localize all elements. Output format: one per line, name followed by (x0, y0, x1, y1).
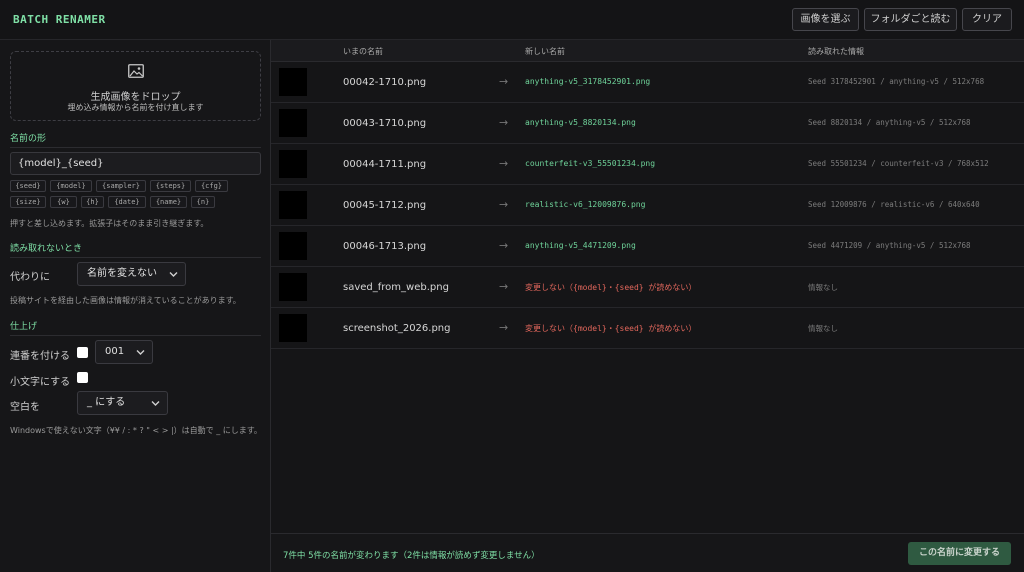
arrow-right-icon: → (499, 198, 509, 211)
lowercase-checkbox[interactable] (77, 372, 88, 383)
chevron-down-icon (169, 272, 178, 277)
chevron-down-icon (136, 350, 145, 355)
apply-rename-button[interactable]: この名前に変更する (908, 542, 1011, 565)
space-select[interactable]: _ にする (77, 391, 168, 415)
action-footer: 7件中 5件の名前が変わります（2件は情報が読めず変更しません） この名前に変更… (271, 533, 1024, 572)
token-size[interactable]: {size} (10, 196, 46, 208)
token-seed[interactable]: {seed} (10, 180, 46, 192)
arrow-right-icon: → (499, 116, 509, 129)
read-info: Seed 55501234 / counterfeit-v3 / 768x512 (808, 159, 989, 168)
col-current-name: いまの名前 (343, 47, 383, 56)
arrow-right-icon: → (499, 157, 509, 170)
fallback-label: 代わりに (10, 272, 50, 283)
read-info: Seed 4471209 / anything-v5 / 512x768 (808, 241, 971, 250)
thumbnail (279, 150, 307, 178)
read-info: 情報なし (808, 283, 838, 292)
fallback-select[interactable]: 名前を変えない (77, 262, 186, 286)
thumbnail (279, 273, 307, 301)
finish-heading: 仕上げ (10, 319, 261, 336)
current-name: 00045-1712.png (343, 200, 427, 211)
dropzone-subtitle: 埋め込み情報から名前を付け直します (67, 103, 204, 112)
current-name: saved_from_web.png (343, 282, 449, 293)
fallback-select-value: 名前を変えない (87, 268, 157, 279)
table-row[interactable]: 00045-1712.png → realistic-v6_12009876.p… (271, 185, 1024, 226)
thumbnail (279, 314, 307, 342)
naming-note: 押すと差し込めます。拡張子はそのまま引き継ぎます。 (10, 219, 209, 228)
finish-note: Windowsで使えない文字（¥¥ / : * ? " < > |）は自動で _… (10, 426, 262, 435)
table-row[interactable]: 00046-1713.png → anything-v5_4471209.png… (271, 226, 1024, 267)
current-name: 00042-1710.png (343, 77, 427, 88)
read-info: 情報なし (808, 324, 838, 333)
read-info: Seed 3178452901 / anything-v5 / 512x768 (808, 77, 985, 86)
rename-preview: いまの名前 新しい名前 読み取れた情報 00042-1710.png → any… (271, 40, 1024, 572)
current-name: 00043-1710.png (343, 118, 427, 129)
col-new-name: 新しい名前 (525, 47, 565, 56)
dropzone-title: 生成画像をドロップ (90, 92, 181, 103)
name-pattern-input[interactable]: {model}_{seed} (10, 152, 261, 175)
serial-start-value: 001 (105, 346, 125, 357)
table-row[interactable]: 00042-1710.png → anything-v5_3178452901.… (271, 62, 1024, 103)
space-label: 空白を (10, 402, 40, 413)
load-folder-button[interactable]: フォルダごと読む (864, 8, 957, 31)
serial-label: 連番を付ける (10, 351, 70, 362)
arrow-right-icon: → (499, 239, 509, 252)
current-name: 00044-1711.png (343, 159, 427, 170)
select-images-button[interactable]: 画像を選ぶ (792, 8, 859, 31)
serial-start-select[interactable]: 001 (95, 340, 153, 364)
app-title: BATCH RENAMER (13, 13, 106, 26)
image-icon (128, 64, 144, 78)
table-row[interactable]: 00044-1711.png → counterfeit-v3_55501234… (271, 144, 1024, 185)
table-header: いまの名前 新しい名前 読み取れた情報 (271, 40, 1024, 62)
token-n[interactable]: {n} (191, 196, 215, 208)
current-name: 00046-1713.png (343, 241, 427, 252)
space-select-value: _ にする (87, 397, 126, 408)
token-name[interactable]: {name} (150, 196, 187, 208)
chevron-down-icon (151, 401, 160, 406)
token-model[interactable]: {model} (50, 180, 92, 192)
read-info: Seed 8820134 / anything-v5 / 512x768 (808, 118, 971, 127)
table-row[interactable]: 00043-1710.png → anything-v5_8820134.png… (271, 103, 1024, 144)
thumbnail (279, 109, 307, 137)
col-info: 読み取れた情報 (808, 47, 864, 56)
token-h[interactable]: {h} (81, 196, 104, 208)
arrow-right-icon: → (499, 321, 509, 334)
table-row[interactable]: screenshot_2026.png → 変更しない（{model}・{see… (271, 308, 1024, 349)
new-name-unchanged: 変更しない（{model}・{seed} が読めない） (525, 283, 697, 292)
new-name: anything-v5_4471209.png (525, 241, 636, 250)
settings-sidebar: 生成画像をドロップ 埋め込み情報から名前を付け直します 名前の形 {model}… (0, 40, 271, 572)
new-name-unchanged: 変更しない（{model}・{seed} が読めない） (525, 324, 697, 333)
token-steps[interactable]: {steps} (150, 180, 191, 192)
new-name: counterfeit-v3_55501234.png (525, 159, 656, 168)
image-dropzone[interactable]: 生成画像をドロップ 埋め込み情報から名前を付け直します (10, 51, 261, 121)
naming-heading: 名前の形 (10, 131, 261, 148)
fallback-note: 投稿サイトを経由した画像は情報が消えていることがあります。 (10, 296, 241, 305)
arrow-right-icon: → (499, 75, 509, 88)
new-name: anything-v5_8820134.png (525, 118, 636, 127)
token-sampler[interactable]: {sampler} (96, 180, 146, 192)
clear-button[interactable]: クリア (962, 8, 1012, 31)
read-info: Seed 12009876 / realistic-v6 / 640x640 (808, 200, 980, 209)
current-name: screenshot_2026.png (343, 323, 451, 334)
thumbnail (279, 68, 307, 96)
lowercase-label: 小文字にする (10, 377, 71, 388)
serial-checkbox[interactable] (77, 347, 88, 358)
fallback-heading: 読み取れないとき (10, 241, 261, 258)
token-w[interactable]: {w} (50, 196, 77, 208)
thumbnail (279, 232, 307, 260)
new-name: realistic-v6_12009876.png (525, 200, 646, 209)
arrow-right-icon: → (499, 280, 509, 293)
rename-summary: 7件中 5件の名前が変わります（2件は情報が読めず変更しません） (283, 551, 540, 561)
new-name: anything-v5_3178452901.png (525, 77, 651, 86)
thumbnail (279, 191, 307, 219)
table-row[interactable]: saved_from_web.png → 変更しない（{model}・{seed… (271, 267, 1024, 308)
app-header: BATCH RENAMER 画像を選ぶ フォルダごと読む クリア (0, 0, 1024, 40)
token-date[interactable]: {date} (108, 196, 146, 208)
token-cfg[interactable]: {cfg} (195, 180, 228, 192)
